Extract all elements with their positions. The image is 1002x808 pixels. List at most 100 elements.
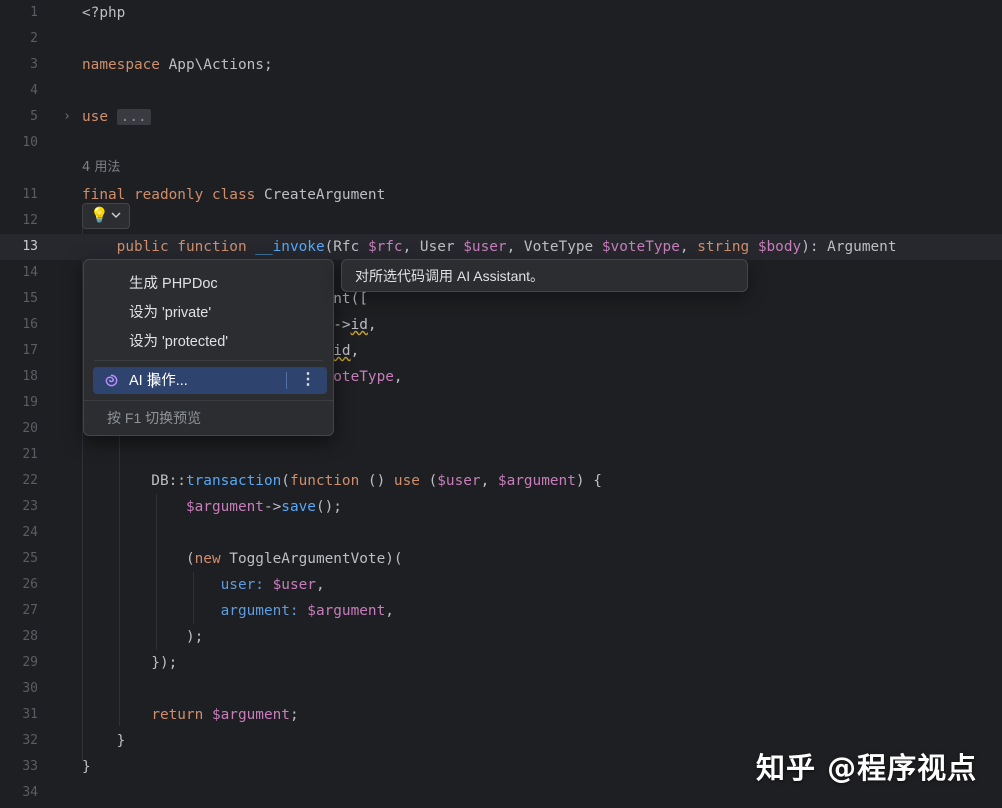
line-number[interactable]: 2 xyxy=(0,26,38,52)
code-text[interactable]: DB::transaction(function () use ($user, … xyxy=(82,468,602,494)
code-line[interactable]: 13 public function __invoke(Rfc $rfc, Us… xyxy=(0,234,1002,260)
code-line[interactable]: 3 namespace App\Actions; xyxy=(0,52,1002,78)
line-number[interactable]: 14 xyxy=(0,260,38,286)
line-number[interactable]: 24 xyxy=(0,520,38,546)
preview-toggle-hint: 按 F1 切换预览 xyxy=(107,410,202,426)
code-text[interactable]: argument: $argument, xyxy=(82,598,394,624)
line-number[interactable]: 22 xyxy=(0,468,38,494)
code-token: $argument xyxy=(307,603,386,619)
code-line[interactable]: 27 argument: $argument, xyxy=(0,598,1002,624)
code-token: transaction xyxy=(185,473,282,489)
code-text[interactable]: namespace App\Actions; xyxy=(82,52,273,78)
line-number[interactable]: 4 xyxy=(0,78,38,104)
code-line[interactable]: 23 $argument->save(); xyxy=(0,494,1002,520)
menu-item-make-protected[interactable]: 设为 'protected' xyxy=(129,331,228,353)
code-text[interactable]: } xyxy=(82,754,91,780)
code-line[interactable]: 30 xyxy=(0,676,1002,702)
line-number[interactable]: 32 xyxy=(0,728,38,754)
line-number[interactable]: 17 xyxy=(0,338,38,364)
code-text[interactable]: $argument->save(); xyxy=(82,494,342,520)
code-line[interactable]: 22 DB::transaction(function () use ($use… xyxy=(0,468,1002,494)
code-line[interactable]: 4 xyxy=(0,78,1002,104)
code-text[interactable]: } xyxy=(82,728,126,754)
code-token: ); xyxy=(82,629,204,645)
code-token: function xyxy=(289,473,360,489)
code-text[interactable]: public function __invoke(Rfc $rfc, User … xyxy=(82,234,897,260)
line-number[interactable]: 26 xyxy=(0,572,38,598)
code-token: $user xyxy=(437,473,481,489)
code-line[interactable]: 5 › use ... xyxy=(0,104,1002,130)
line-number[interactable]: 16 xyxy=(0,312,38,338)
menu-item-ai-actions[interactable]: AI 操作... ⋮ xyxy=(93,367,327,394)
code-token: new xyxy=(194,551,221,567)
code-token: id xyxy=(350,317,368,333)
intention-actions-button[interactable]: 💡 xyxy=(82,203,130,229)
line-number[interactable]: 1 xyxy=(0,0,38,26)
more-options-icon[interactable]: ⋮ xyxy=(298,369,318,391)
code-line[interactable]: 2 xyxy=(0,26,1002,52)
code-text[interactable]: }); xyxy=(82,650,177,676)
line-number[interactable]: 5 xyxy=(0,104,38,130)
line-number[interactable]: 34 xyxy=(0,780,38,806)
popup-footer: 按 F1 切换预览 xyxy=(84,400,333,435)
line-number[interactable]: 3 xyxy=(0,52,38,78)
line-number[interactable]: 18 xyxy=(0,364,38,390)
code-line[interactable]: 21 xyxy=(0,442,1002,468)
line-number[interactable]: 29 xyxy=(0,650,38,676)
code-token: use xyxy=(82,109,108,125)
menu-item-make-private[interactable]: 设为 'private' xyxy=(129,302,211,324)
line-number[interactable]: 25 xyxy=(0,546,38,572)
line-number[interactable]: 15 xyxy=(0,286,38,312)
code-line[interactable]: 29 }); xyxy=(0,650,1002,676)
code-token: -> xyxy=(333,317,351,333)
intention-actions-popup: 生成 PHPDoc 设为 'private' 设为 'protected' AI… xyxy=(83,259,334,436)
code-token: $voteType xyxy=(601,239,680,255)
code-token: App\Actions; xyxy=(159,57,273,73)
code-line[interactable]: 28 ); xyxy=(0,624,1002,650)
code-line[interactable]: 10 xyxy=(0,130,1002,156)
vertical-divider xyxy=(286,372,287,389)
line-number[interactable]: 12 xyxy=(0,208,38,234)
line-number[interactable]: 23 xyxy=(0,494,38,520)
menu-item-generate-phpdoc[interactable]: 生成 PHPDoc xyxy=(129,273,218,295)
code-text[interactable]: use ... xyxy=(82,104,151,130)
line-number[interactable]: 31 xyxy=(0,702,38,728)
code-line[interactable]: 24 xyxy=(0,520,1002,546)
fold-chevron-icon[interactable]: › xyxy=(60,104,74,130)
code-text[interactable]: user: $user, xyxy=(82,572,325,598)
line-number[interactable]: 33 xyxy=(0,754,38,780)
line-number[interactable]: 28 xyxy=(0,624,38,650)
code-token: $argument xyxy=(497,473,576,489)
code-text[interactable]: <?php xyxy=(82,0,125,26)
code-line[interactable]: 12{ xyxy=(0,208,1002,234)
code-token: ( xyxy=(281,473,290,489)
line-number[interactable]: 30 xyxy=(0,676,38,702)
code-line[interactable]: 31 return $argument; xyxy=(0,702,1002,728)
code-token: CreateArgument xyxy=(255,187,386,203)
code-line[interactable]: 26 user: $user, xyxy=(0,572,1002,598)
usage-hint[interactable]: 4 用法 xyxy=(82,155,120,181)
code-token: , xyxy=(315,577,325,593)
code-token: ; xyxy=(289,707,299,723)
line-number[interactable]: 21 xyxy=(0,442,38,468)
line-number[interactable]: 27 xyxy=(0,598,38,624)
line-number[interactable]: 19 xyxy=(0,390,38,416)
code-text[interactable]: ); xyxy=(82,624,203,650)
code-line[interactable]: 25 (new ToggleArgumentVote)( xyxy=(0,546,1002,572)
code-token: id xyxy=(333,343,351,359)
code-text[interactable]: return $argument; xyxy=(82,702,299,728)
line-number[interactable]: 20 xyxy=(0,416,38,442)
line-number[interactable]: 10 xyxy=(0,130,38,156)
code-line[interactable]: 11 final readonly class CreateArgument xyxy=(0,182,1002,208)
line-number[interactable]: 11 xyxy=(0,182,38,208)
folded-imports-placeholder[interactable]: ... xyxy=(116,109,151,125)
code-token: final readonly class xyxy=(82,187,256,203)
code-text[interactable]: (new ToggleArgumentVote)( xyxy=(82,546,403,572)
line-number[interactable]: 13 xyxy=(0,234,38,260)
code-token: $user xyxy=(272,577,316,593)
ai-assistant-icon xyxy=(105,374,118,387)
code-line[interactable]: 1 <?php xyxy=(0,0,1002,26)
